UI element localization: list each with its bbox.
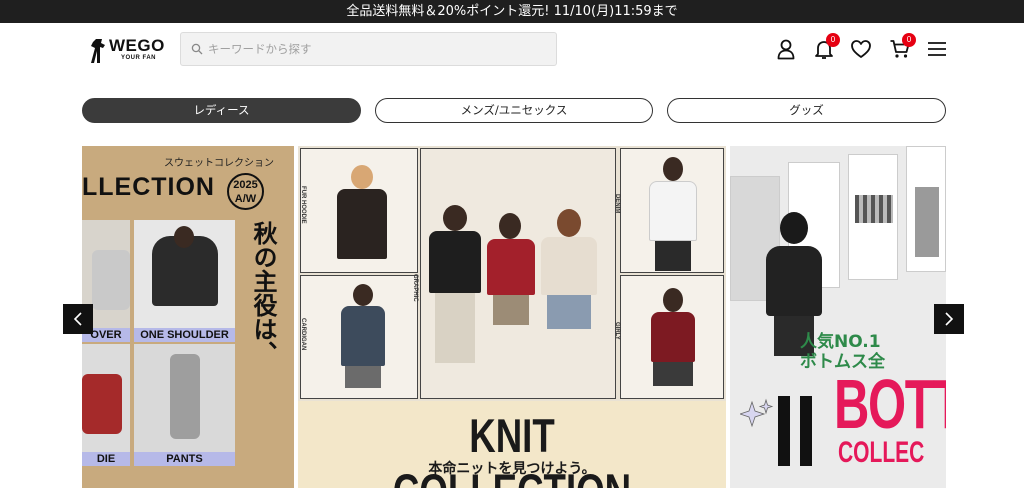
tab-goods[interactable]: グッズ <box>667 98 946 123</box>
banner-bottoms-collection[interactable]: 人気NO.1 ボトムス全 BOTT COLLEC <box>730 146 946 488</box>
knit-photo-grid: FUR HOODIE GRAPHIC CARDIGAN DENIM GIRLY <box>298 146 726 401</box>
cart-badge: 0 <box>902 33 916 47</box>
photo-cell <box>300 148 418 273</box>
model-figure <box>766 246 822 316</box>
banner-carousel: スウェットコレクション LLECTION 2025 A/W 秋の主役は、 OVE… <box>82 146 946 488</box>
photo-cell-main <box>420 148 616 399</box>
product-label: ONE SHOULDER <box>134 328 235 342</box>
cart-button[interactable]: 0 <box>887 33 916 62</box>
banner-knit-collection[interactable]: FUR HOODIE GRAPHIC CARDIGAN DENIM GIRLY … <box>298 146 726 488</box>
side-label: GRAPHIC <box>412 274 418 302</box>
logo-wordmark: WEGO <box>109 36 165 55</box>
site-logo[interactable]: WEGO YOUR FAN <box>88 37 164 67</box>
heart-icon <box>851 40 871 58</box>
menu-button[interactable] <box>924 36 950 62</box>
model-head <box>780 212 808 244</box>
notifications-button[interactable]: 0 <box>811 33 840 62</box>
banner-subtitle: スウェットコレクション <box>164 158 274 169</box>
user-icon <box>777 39 795 60</box>
product-photo <box>134 220 235 328</box>
season-badge: 2025 A/W <box>227 173 264 210</box>
favorites-button[interactable] <box>848 36 874 62</box>
product-label: PANTS <box>134 452 235 466</box>
notifications-badge: 0 <box>826 33 840 47</box>
banner-title: BOTT <box>834 365 946 443</box>
tab-mens-unisex[interactable]: メンズ/ユニセックス <box>375 98 653 123</box>
carousel-next-button[interactable] <box>934 304 964 334</box>
site-header: WEGO YOUR FAN 0 0 <box>0 23 1024 78</box>
hamburger-menu-icon <box>928 42 946 56</box>
banner-tagline: 秋の主役は、 <box>249 221 277 365</box>
account-button[interactable] <box>773 36 799 62</box>
product-label: DIE <box>82 452 130 466</box>
season-year: 2025 <box>233 179 258 191</box>
carousel-prev-button[interactable] <box>63 304 93 334</box>
tab-ladies[interactable]: レディース <box>82 98 361 123</box>
side-label: GIRLY <box>614 322 620 340</box>
sparkle-icon <box>740 398 774 428</box>
side-label: DENIM <box>614 194 620 214</box>
model-boot <box>800 396 812 466</box>
chevron-left-icon <box>73 312 82 326</box>
photo-cell <box>620 275 724 399</box>
banner-subtitle: 本命ニットを見つけよう。 <box>428 461 596 477</box>
announcement-text: 全品送料無料＆20%ポイント還元! 11/10(月)11:59まで <box>346 4 678 19</box>
side-label: CARDIGAN <box>300 318 306 351</box>
product-photo <box>906 146 946 272</box>
model-boot <box>778 396 790 466</box>
search-input[interactable] <box>208 33 548 65</box>
search-box[interactable] <box>180 32 557 66</box>
banner-subtitle: COLLEC <box>838 436 925 469</box>
search-icon <box>191 43 203 55</box>
photo-cell <box>300 275 418 399</box>
logo-figure-icon <box>91 39 105 63</box>
logo-tagline: YOUR FAN <box>121 55 157 61</box>
side-label: FUR HOODIE <box>300 186 306 224</box>
product-photo <box>134 344 235 452</box>
banner-sweat-collection[interactable]: スウェットコレクション LLECTION 2025 A/W 秋の主役は、 OVE… <box>82 146 294 488</box>
banner-title: LLECTION <box>82 173 215 201</box>
product-photo <box>848 154 898 280</box>
product-photo <box>82 344 130 452</box>
announcement-bar[interactable]: 全品送料無料＆20%ポイント還元! 11/10(月)11:59まで <box>0 0 1024 23</box>
photo-cell <box>620 148 724 273</box>
season-term: A/W <box>234 193 257 205</box>
chevron-right-icon <box>945 312 954 326</box>
